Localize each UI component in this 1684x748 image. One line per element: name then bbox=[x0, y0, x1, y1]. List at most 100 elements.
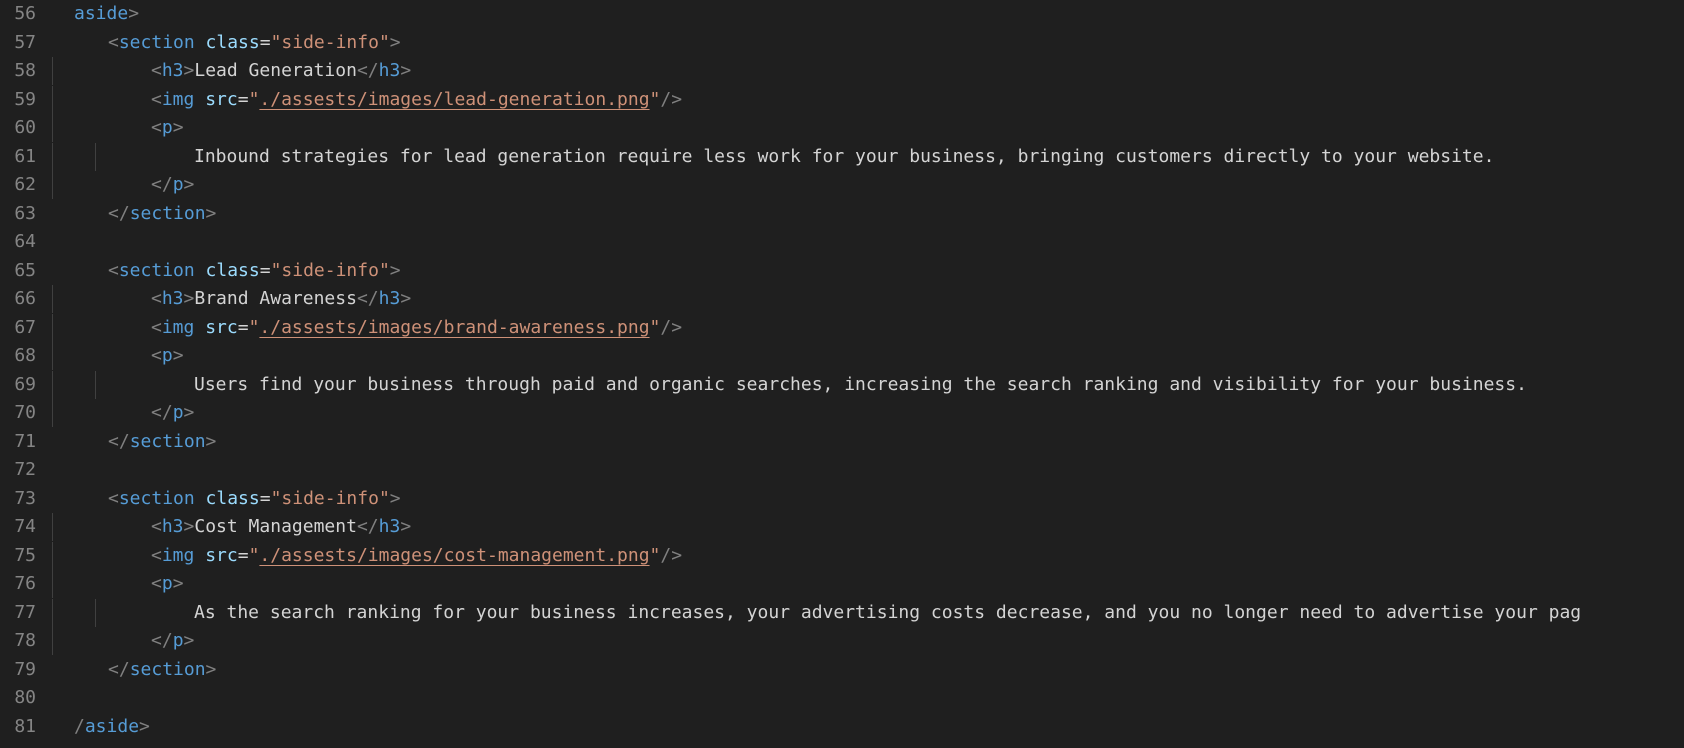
code-token: class bbox=[205, 487, 260, 509]
code-token: > bbox=[183, 174, 195, 195]
code-token: h3 bbox=[161, 288, 184, 309]
code-text: <section class="side-info"> bbox=[108, 485, 401, 513]
code-line[interactable]: 69 Users find your business through paid … bbox=[0, 370, 1684, 399]
code-token: < bbox=[151, 288, 162, 309]
code-line[interactable]: 76 <p> bbox=[0, 570, 1684, 598]
code-text: Users find your business through paid an… bbox=[194, 371, 1527, 399]
line-number: 77 bbox=[14, 601, 36, 623]
code-token: < bbox=[151, 516, 162, 537]
indent-guide bbox=[52, 142, 53, 171]
code-token: > bbox=[205, 430, 217, 452]
code-line[interactable]: 67 <img src="./assests/images/brand-aware… bbox=[0, 313, 1684, 342]
code-line[interactable]: 57 <section class="side-info"> bbox=[0, 29, 1684, 57]
line-number: 66 bbox=[14, 288, 36, 309]
code-token: section bbox=[118, 259, 195, 281]
code-token: " bbox=[649, 544, 661, 566]
indent-guide bbox=[95, 142, 96, 171]
code-token: class bbox=[205, 31, 260, 53]
code-line[interactable]: 79 </section> bbox=[0, 656, 1684, 684]
code-line[interactable]: 60 <p> bbox=[0, 114, 1684, 142]
code-token: p bbox=[172, 402, 184, 423]
code-text: </p> bbox=[151, 627, 194, 655]
code-token: = bbox=[259, 31, 271, 53]
line-number: 74 bbox=[14, 516, 36, 537]
indent-guide bbox=[95, 370, 96, 399]
code-token: /> bbox=[660, 88, 683, 110]
line-number: 65 bbox=[14, 259, 36, 281]
code-line[interactable]: 70 </p> bbox=[0, 399, 1684, 427]
line-number: 57 bbox=[14, 31, 36, 53]
code-line[interactable]: 71 </section> bbox=[0, 428, 1684, 456]
code-token: </ bbox=[356, 288, 379, 309]
code-text: </section> bbox=[108, 428, 216, 456]
line-number: 76 bbox=[14, 573, 36, 594]
code-line[interactable]: 78 </p> bbox=[0, 627, 1684, 655]
code-token: > bbox=[172, 345, 184, 366]
code-token: < bbox=[151, 88, 162, 110]
code-text: <section class="side-info"> bbox=[108, 257, 401, 285]
code-text: <p> bbox=[151, 114, 184, 142]
code-token: > bbox=[205, 658, 217, 680]
code-line[interactable]: 72 bbox=[0, 456, 1684, 484]
code-token: > bbox=[389, 487, 401, 509]
code-line[interactable]: 61 Inbound strategies for lead generation… bbox=[0, 142, 1684, 171]
code-text: <section class="side-info"> bbox=[108, 29, 401, 57]
indent-guide bbox=[52, 627, 53, 655]
code-line[interactable]: 56 aside> bbox=[0, 0, 1684, 28]
code-editor[interactable]: 56 aside> 57 <section class="side-info"> 58 <… bbox=[0, 0, 1684, 748]
code-token: Brand Awareness bbox=[194, 288, 357, 309]
code-line[interactable]: 62 </p> bbox=[0, 171, 1684, 199]
code-line[interactable]: 74 <h3>Cost Management</h3> bbox=[0, 513, 1684, 541]
code-line[interactable]: 65 <section class="side-info"> bbox=[0, 257, 1684, 285]
code-line[interactable]: 59 <img src="./assests/images/lead-genera… bbox=[0, 85, 1684, 114]
indent-guide bbox=[52, 313, 53, 342]
line-number: 68 bbox=[14, 345, 36, 366]
code-token: " bbox=[248, 544, 260, 566]
code-token: section bbox=[118, 31, 195, 53]
code-line[interactable]: 77 As the search ranking for your busines… bbox=[0, 598, 1684, 627]
code-token: " bbox=[248, 316, 260, 338]
code-token: > bbox=[205, 202, 217, 224]
code-token: src bbox=[205, 88, 238, 110]
line-number: 67 bbox=[14, 316, 36, 338]
code-line[interactable]: 75 <img src="./assests/images/cost-manage… bbox=[0, 541, 1684, 570]
code-token: img bbox=[161, 88, 195, 110]
code-line[interactable]: 73 <section class="side-info"> bbox=[0, 485, 1684, 513]
code-line[interactable]: 63 </section> bbox=[0, 200, 1684, 228]
code-token: ./assests/images/cost-management.png bbox=[259, 544, 650, 566]
line-number: 78 bbox=[14, 630, 36, 651]
code-token: = bbox=[259, 259, 271, 281]
code-token: "side-info" bbox=[270, 259, 390, 281]
line-number: 73 bbox=[14, 487, 36, 509]
code-text: <p> bbox=[151, 342, 184, 370]
code-line[interactable]: 58 <h3>Lead Generation</h3> bbox=[0, 57, 1684, 85]
code-text: </section> bbox=[108, 200, 216, 228]
code-line[interactable]: 81/aside> bbox=[0, 713, 1684, 741]
code-token: > bbox=[400, 288, 412, 309]
code-token: img bbox=[161, 544, 195, 566]
code-line[interactable]: 68 <p> bbox=[0, 342, 1684, 370]
indent-guide bbox=[52, 399, 53, 427]
line-number: 63 bbox=[14, 202, 36, 224]
code-line[interactable]: 64 bbox=[0, 228, 1684, 256]
code-token: > bbox=[172, 573, 184, 594]
code-token: < bbox=[151, 60, 162, 81]
code-token: "side-info" bbox=[270, 487, 390, 509]
code-token: " bbox=[649, 88, 661, 110]
code-text: <img src="./assests/images/lead-generati… bbox=[151, 86, 682, 114]
code-token: = bbox=[237, 316, 249, 338]
line-number: 72 bbox=[14, 459, 36, 480]
code-token: h3 bbox=[378, 60, 401, 81]
code-token: = bbox=[237, 544, 249, 566]
indent-guide bbox=[52, 370, 53, 399]
line-number: 79 bbox=[14, 658, 36, 680]
line-number: 61 bbox=[14, 145, 36, 167]
code-text: <img src="./assests/images/cost-manageme… bbox=[151, 542, 682, 570]
code-line[interactable]: 80 bbox=[0, 684, 1684, 712]
code-line[interactable]: 66 <h3>Brand Awareness</h3> bbox=[0, 285, 1684, 313]
code-text: </p> bbox=[151, 171, 194, 199]
code-text: aside> bbox=[74, 0, 139, 28]
